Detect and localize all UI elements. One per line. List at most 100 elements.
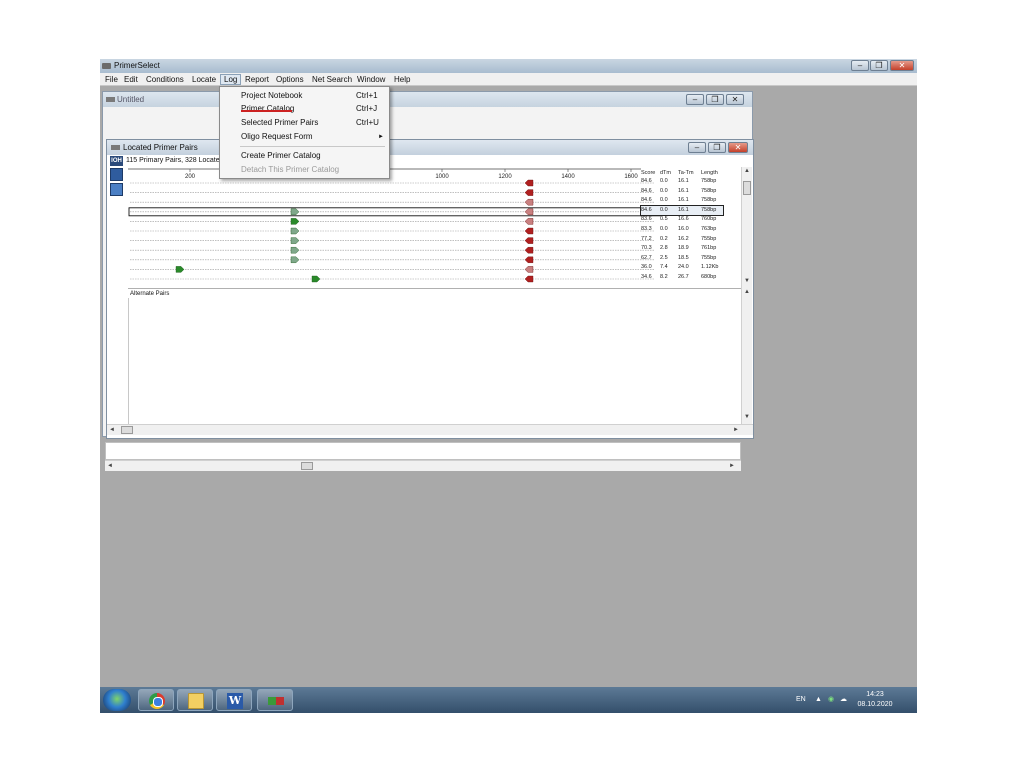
score-cell: 36.0: [641, 264, 652, 271]
menu-bar: File Edit Conditions Locate Log Report O…: [100, 73, 917, 86]
score-cell: 84.6: [641, 197, 652, 204]
menu-item-project-notebook[interactable]: Project Notebook Ctrl+1: [220, 90, 389, 102]
doc-icon: [106, 97, 115, 102]
score-cell: 0.0: [660, 197, 668, 204]
taskbar-word-button[interactable]: W: [216, 689, 252, 711]
scroll-down-icon[interactable]: ▼: [742, 277, 752, 286]
minimize-button[interactable]: –: [851, 60, 869, 71]
chrome-icon: [149, 693, 165, 709]
alt-vertical-scrollbar[interactable]: ▲ ▼: [741, 288, 752, 424]
map-view-icon[interactable]: [110, 183, 123, 196]
located-restore-button[interactable]: ❐: [708, 142, 726, 153]
menu-net-search[interactable]: Net Search: [309, 74, 355, 85]
reverse-primer-mark: [524, 247, 534, 254]
scroll-right-icon[interactable]: ►: [727, 461, 737, 471]
score-row[interactable]: 84.6 0.0 16.1 758bp: [641, 177, 723, 186]
language-indicator[interactable]: EN: [796, 687, 806, 713]
menu-item-label: Oligo Request Form: [241, 132, 313, 141]
untitled-title-bar: Untitled – ❐ ✕: [103, 92, 752, 107]
forward-primer-mark: [290, 247, 300, 254]
score-row[interactable]: 84.6 0.0 16.1 758bp: [641, 196, 723, 205]
score-row[interactable]: 84.6 0.0 16.1 758bp: [640, 204, 724, 216]
restore-button[interactable]: ❐: [870, 60, 888, 71]
ruler-tick-label: 1400: [561, 174, 575, 180]
located-horizontal-scrollbar[interactable]: ◄ ►: [107, 424, 753, 435]
menu-help[interactable]: Help: [391, 74, 413, 85]
score-row[interactable]: 62.7 2.5 18.5 755bp: [641, 254, 723, 263]
score-row[interactable]: 70.3 2.8 18.9 761bp: [641, 244, 723, 253]
scroll-down-icon[interactable]: ▼: [742, 413, 752, 422]
menu-locate[interactable]: Locate: [189, 74, 219, 85]
menu-file[interactable]: File: [102, 74, 121, 85]
submenu-arrow-icon: ►: [378, 134, 384, 140]
shortcut-label: Ctrl+1: [356, 91, 378, 100]
untitled-horizontal-scrollbar[interactable]: ◄ ►: [105, 460, 741, 471]
menu-options[interactable]: Options: [273, 74, 307, 85]
score-row[interactable]: 83.3 0.0 16.0 763bp: [641, 225, 723, 234]
scroll-thumb[interactable]: [121, 426, 133, 434]
menu-item-oligo-request-form[interactable]: Oligo Request Form ►: [220, 131, 389, 143]
scroll-up-icon[interactable]: ▲: [742, 167, 752, 176]
menu-item-selected-primer-pairs[interactable]: Selected Primer Pairs Ctrl+U: [220, 117, 389, 129]
scroll-up-icon[interactable]: ▲: [742, 288, 752, 297]
reverse-primer-mark: [524, 199, 534, 206]
score-cell: 84.6: [641, 178, 652, 184]
doc-icon: [111, 145, 120, 150]
score-row[interactable]: 36.0 7.4 24.0 1.12Kb: [641, 263, 723, 272]
score-cell: 16.0: [678, 226, 689, 232]
score-cell: 70.3: [641, 245, 652, 252]
score-table-header: Score dTm Ta-Tm Length: [641, 170, 723, 177]
menu-report[interactable]: Report: [242, 74, 272, 85]
menu-item-label: Create Primer Catalog: [241, 151, 321, 160]
scroll-thumb[interactable]: [301, 462, 313, 470]
scroll-left-icon[interactable]: ◄: [107, 425, 117, 435]
close-button[interactable]: ✕: [890, 60, 914, 71]
clock[interactable]: 14:23 08.10.2020: [850, 690, 900, 710]
located-title: Located Primer Pairs: [123, 143, 198, 152]
forward-primer-mark: [290, 256, 300, 263]
taskbar-chrome-button[interactable]: [138, 689, 174, 711]
untitled-title: Untitled: [117, 95, 145, 104]
shortcut-label: Ctrl+J: [356, 104, 378, 113]
menu-edit[interactable]: Edit: [121, 74, 141, 85]
menu-log[interactable]: Log: [220, 74, 242, 85]
scroll-thumb[interactable]: [743, 181, 751, 195]
taskbar-primerselect-button[interactable]: [257, 689, 293, 711]
untitled-restore-button[interactable]: ❐: [706, 94, 724, 105]
score-row[interactable]: 84.6 0.0 16.1 758bp: [641, 187, 723, 196]
word-icon: W: [227, 693, 243, 709]
menu-item-detach-primer-catalog: Detach This Primer Catalog: [220, 164, 389, 176]
reverse-primer-mark: [524, 266, 534, 273]
reverse-primer-mark: [524, 218, 534, 225]
network-icon[interactable]: ◉: [828, 687, 834, 713]
primerselect-icon: [268, 697, 284, 705]
score-row[interactable]: 77.2 0.2 16.2 755bp: [641, 235, 723, 244]
start-button[interactable]: [103, 689, 131, 711]
located-minimize-button[interactable]: –: [688, 142, 706, 153]
scroll-left-icon[interactable]: ◄: [105, 461, 115, 471]
untitled-minimize-button[interactable]: –: [686, 94, 704, 105]
untitled-close-button[interactable]: ✕: [726, 94, 744, 105]
untitled-window: Untitled – ❐ ✕ Located Primer Pairs – ❐ …: [102, 91, 754, 471]
taskbar: W EN ▲ ◉ ☁ 14:23 08.10.2020: [100, 687, 917, 713]
score-row[interactable]: 83.6 0.5 16.6 760bp: [641, 215, 723, 224]
menu-item-create-primer-catalog[interactable]: Create Primer Catalog: [220, 150, 389, 162]
score-cell: 0.0: [660, 178, 668, 184]
map-vertical-scrollbar[interactable]: ▲ ▼: [741, 167, 752, 288]
score-cell: 77.2: [641, 235, 652, 242]
taskbar-explorer-button[interactable]: [177, 689, 213, 711]
cloud-icon[interactable]: ☁: [840, 687, 847, 713]
score-cell: 0.0: [660, 206, 668, 213]
menu-item-primer-catalog[interactable]: Primer Catalog Ctrl+J: [220, 103, 389, 115]
menu-conditions[interactable]: Conditions: [143, 74, 187, 85]
tray-expand-icon[interactable]: ▲: [815, 687, 822, 713]
left-toolbar: [110, 168, 124, 408]
clock-date: 08.10.2020: [857, 701, 893, 708]
scroll-right-icon[interactable]: ►: [731, 425, 741, 435]
column-header: Length: [701, 170, 718, 176]
located-close-button[interactable]: ✕: [728, 142, 748, 153]
score-cell: 83.6: [641, 216, 652, 223]
menu-window[interactable]: Window: [354, 74, 388, 85]
list-view-icon[interactable]: [110, 168, 123, 181]
score-row[interactable]: 34.6 8.2 26.7 680bp: [641, 273, 723, 282]
